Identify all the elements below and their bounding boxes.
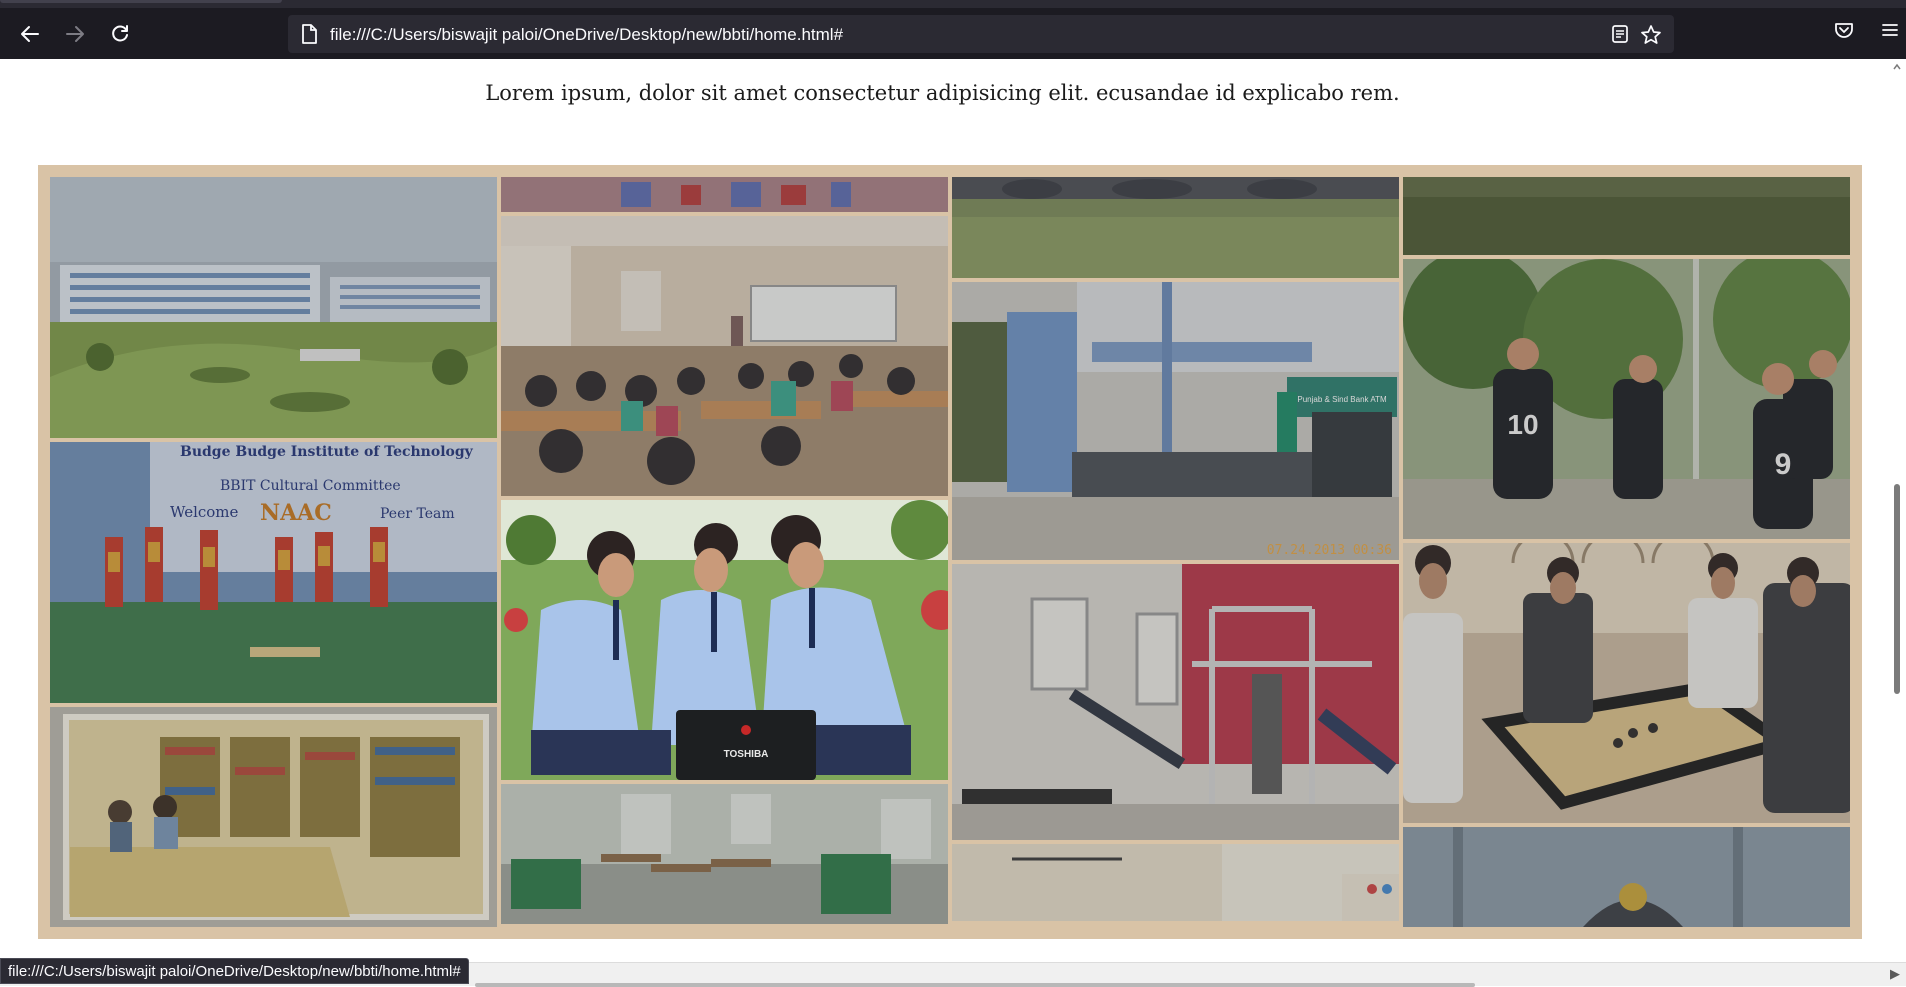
jersey-number-9: 9 (1775, 448, 1792, 481)
photo-library[interactable] (50, 707, 497, 927)
pocket-icon[interactable] (1834, 20, 1854, 40)
photo-room-ceiling[interactable] (952, 844, 1399, 921)
photo-carrom[interactable] (1403, 543, 1850, 823)
jersey-number-10: 10 (1507, 409, 1538, 440)
photo-classroom[interactable] (501, 216, 948, 496)
photo-gallery: Budge Budge Institute of Technology BBIT… (50, 177, 1850, 927)
photo-grass-field[interactable] (952, 177, 1399, 278)
photo-swimmer[interactable] (1403, 827, 1850, 927)
reload-button[interactable] (104, 18, 136, 50)
address-bar[interactable]: file:///C:/Users/biswajit paloi/OneDrive… (288, 15, 1674, 53)
gallery-frame: Budge Budge Institute of Technology BBIT… (38, 165, 1862, 939)
scroll-right-icon[interactable]: ▶ (1890, 967, 1900, 982)
banner-welcome: Welcome (170, 503, 239, 521)
intro-text: Lorem ipsum, dolor sit amet consectetur … (485, 81, 1400, 105)
tab-strip (0, 0, 1906, 8)
page-content: Lorem ipsum, dolor sit amet consectetur … (0, 59, 1906, 986)
photo-top-strip-2[interactable] (501, 177, 948, 212)
vertical-scrollbar[interactable] (1888, 59, 1906, 959)
photo-students-laptop[interactable]: TOSHIBA (501, 500, 948, 780)
vertical-scroll-thumb[interactable] (1894, 484, 1900, 694)
banner-team: Peer Team (380, 506, 455, 522)
arrow-left-icon (21, 26, 39, 42)
reload-icon (112, 25, 128, 42)
horizontal-scroll-thumb[interactable] (475, 983, 1475, 987)
menu-icon[interactable] (1880, 20, 1900, 40)
url-text[interactable]: file:///C:/Users/biswajit paloi/OneDrive… (330, 25, 843, 45)
photo-basketball[interactable]: 10 9 (1403, 259, 1850, 539)
back-button[interactable] (14, 18, 46, 50)
banner-committee: BBIT Cultural Committee (220, 478, 401, 494)
banner-naac: NAAC (260, 500, 332, 526)
arrow-right-icon (66, 26, 84, 42)
gallery-column-2: TOSHIBA (501, 177, 948, 927)
page-icon (302, 24, 317, 44)
atm-sign: Punjab & Sind Bank ATM (1297, 395, 1387, 404)
status-bar-link: file:///C:/Users/biswajit paloi/OneDrive… (0, 958, 469, 984)
bookmark-star-icon[interactable] (1640, 24, 1662, 46)
photo-workshop[interactable] (501, 784, 948, 924)
gallery-column-3: Punjab & Sind Bank ATM 07.24.2013 00:36 (952, 177, 1399, 927)
photo-gym[interactable] (952, 564, 1399, 840)
gallery-column-4: 10 9 (1403, 177, 1850, 927)
browser-toolbar: file:///C:/Users/biswajit paloi/OneDrive… (0, 0, 1906, 59)
gallery-column-1: Budge Budge Institute of Technology BBIT… (50, 177, 497, 927)
photo-bank-atm[interactable]: Punjab & Sind Bank ATM 07.24.2013 00:36 (952, 282, 1399, 560)
photo-timestamp: 07.24.2013 00:36 (1267, 543, 1392, 558)
reader-view-icon[interactable] (1610, 24, 1630, 44)
laptop-brand: TOSHIBA (724, 749, 769, 760)
scroll-up-icon[interactable] (1893, 63, 1901, 71)
photo-cultural-dance[interactable]: Budge Budge Institute of Technology BBIT… (50, 442, 497, 703)
forward-button[interactable] (59, 18, 91, 50)
banner-institute: Budge Budge Institute of Technology (180, 444, 474, 460)
photo-campus[interactable] (50, 177, 497, 438)
active-tab[interactable] (0, 0, 282, 3)
photo-dark-field[interactable] (1403, 177, 1850, 255)
